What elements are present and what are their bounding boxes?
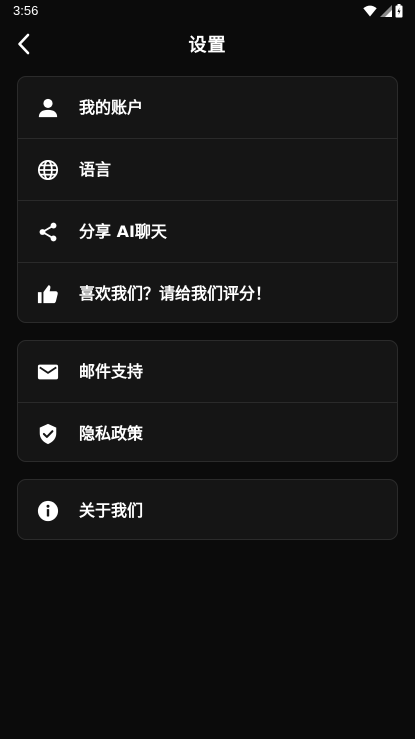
page-title: 设置 (188, 35, 227, 56)
settings-item-privacy-policy[interactable]: 隐私政策 (18, 402, 397, 461)
settings-item-label: 我的账户 (79, 97, 144, 117)
settings-item-rate-us[interactable]: 喜欢我们？请给我们评分！ (18, 262, 397, 322)
shield-check-icon (36, 422, 60, 446)
thumbs-up-icon (36, 282, 60, 306)
info-icon (36, 499, 60, 523)
share-icon (36, 220, 60, 244)
status-time: 3:56 (13, 3, 39, 18)
settings-item-label: 关于我们 (79, 500, 144, 520)
settings-group-support: 邮件支持 隐私政策 (17, 340, 398, 462)
settings-group-general: 我的账户 语言 分享 AI聊天 喜欢我们？请给我们评分！ (17, 76, 398, 323)
app-bar: 设置 (0, 24, 415, 68)
settings-item-label: 邮件支持 (79, 361, 144, 381)
person-icon (36, 96, 60, 120)
cell-signal-icon (380, 5, 392, 17)
settings-group-about: 关于我们 (17, 479, 398, 540)
settings-item-label: 语言 (79, 159, 112, 179)
settings-item-label: 分享 AI聊天 (79, 221, 167, 241)
settings-item-language[interactable]: 语言 (18, 138, 397, 200)
settings-item-label: 隐私政策 (79, 423, 144, 443)
status-bar: 3:56 (0, 0, 415, 24)
settings-item-label: 喜欢我们？请给我们评分！ (79, 283, 272, 303)
globe-icon (36, 158, 60, 182)
battery-icon (395, 4, 403, 18)
settings-item-about-us[interactable]: 关于我们 (18, 480, 397, 539)
settings-item-email-support[interactable]: 邮件支持 (18, 341, 397, 402)
status-icons (363, 4, 403, 18)
settings-item-my-account[interactable]: 我的账户 (18, 77, 397, 138)
wifi-icon (363, 5, 377, 17)
settings-item-share[interactable]: 分享 AI聊天 (18, 200, 397, 262)
mail-icon (36, 360, 60, 384)
